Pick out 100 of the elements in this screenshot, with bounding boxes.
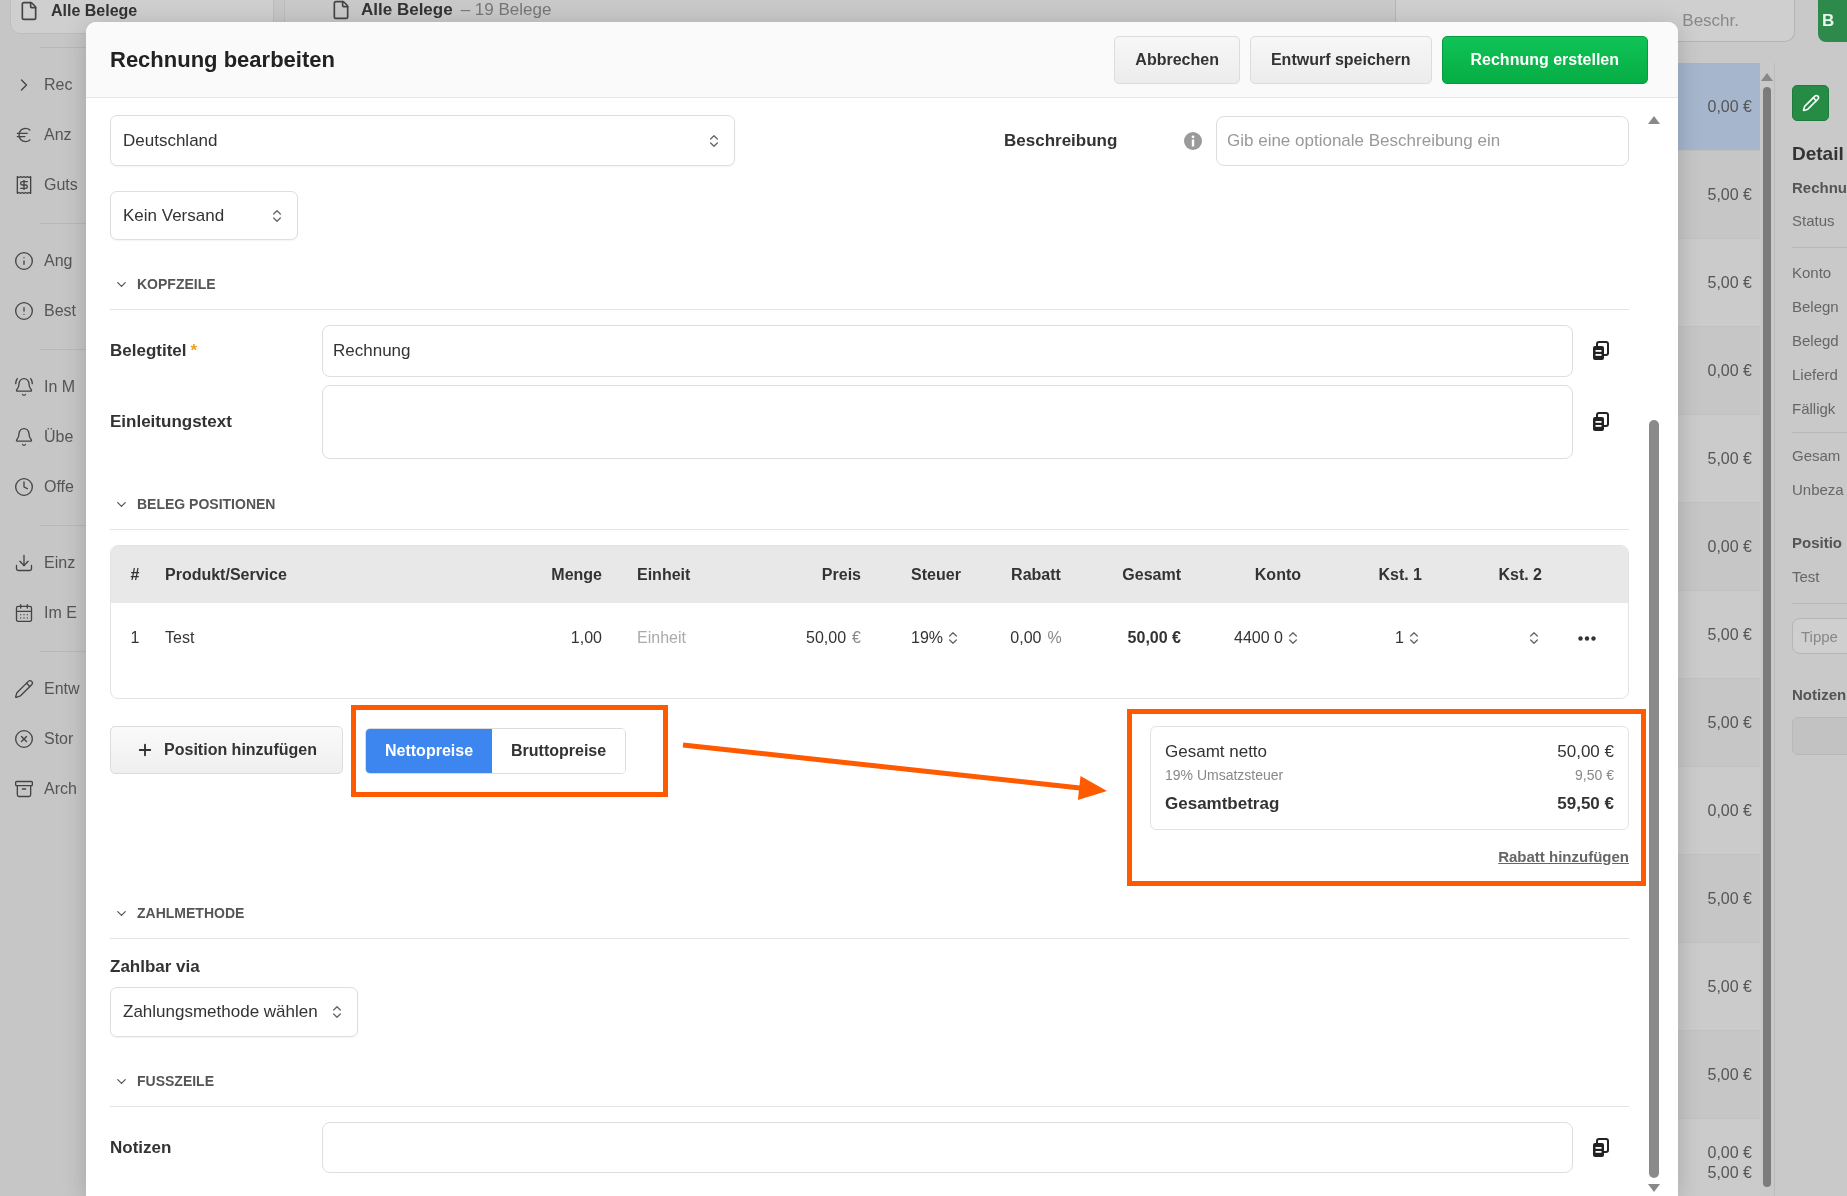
detail-label: Lieferd <box>1792 366 1838 383</box>
secondary-button[interactable]: Abbrechen <box>1114 35 1240 84</box>
sidebar-item[interactable]: Best <box>44 302 76 320</box>
copy-icon[interactable] <box>1592 341 1610 361</box>
account-select[interactable]: 4400 0 <box>1234 629 1301 647</box>
column-header: # <box>130 565 140 584</box>
receipt-icon[interactable] <box>14 175 34 195</box>
table-cell: 1 <box>130 629 140 647</box>
download-icon[interactable] <box>14 553 34 573</box>
sidebar-item[interactable]: Übe <box>44 428 74 446</box>
column-header: Menge <box>551 565 602 584</box>
sidebar-item[interactable]: Einz <box>44 554 76 572</box>
scroll-down-icon[interactable] <box>1647 1184 1660 1192</box>
more-icon <box>1578 635 1596 641</box>
document-icon <box>19 1 39 21</box>
section-toggle[interactable]: FUSSZEILE <box>110 1071 214 1091</box>
info-icon[interactable] <box>1183 130 1203 151</box>
required-mark: * <box>190 341 198 361</box>
table-cell: Test <box>165 629 195 647</box>
column-header: Preis <box>821 565 861 584</box>
amount-text: 5,00 € <box>1707 184 1752 205</box>
amount-text: 5,00 € <box>1707 712 1752 733</box>
column-header: Gesamt <box>1122 565 1181 584</box>
discount-field[interactable]: 0,00 % <box>1010 629 1062 647</box>
column-header: Steuer <box>911 565 961 584</box>
sidebar-item[interactable]: Rec <box>44 76 73 94</box>
document-icon <box>331 0 351 20</box>
list-count: – 19 Belege <box>460 0 552 20</box>
price-field[interactable]: 50,00 € <box>806 629 861 647</box>
amount-text: 5,00 € <box>1707 624 1752 645</box>
detail-label: Status <box>1792 212 1835 229</box>
summary-value: 50,00 € <box>1557 742 1614 762</box>
sidebar-item-label: Alle Belege <box>51 1 138 21</box>
sidebar-item[interactable]: Ang <box>44 252 73 270</box>
column-header: Kst. 1 <box>1378 565 1422 584</box>
sidebar-item[interactable]: Arch <box>44 780 77 798</box>
column-header: Produkt/Service <box>165 565 287 584</box>
more-button[interactable] <box>1578 635 1596 641</box>
sidebar-item[interactable]: Entw <box>44 680 80 698</box>
list-title: Alle Belege <box>361 0 453 20</box>
scroll-up-icon[interactable] <box>1647 116 1660 124</box>
summary-label: Gesamtbetrag <box>1165 794 1280 814</box>
discount-link[interactable]: Rabatt hinzufügen <box>1498 848 1629 865</box>
notes-field[interactable] <box>322 1122 1573 1173</box>
table-cell: 1,00 <box>570 629 602 647</box>
section-toggle[interactable]: KOPFZEILE <box>110 274 216 294</box>
amount-text: 0,00 € <box>1707 800 1752 821</box>
field-label: Zahlbar via <box>110 957 201 977</box>
summary-label: 19% Umsatzsteuer <box>1165 767 1284 783</box>
sidebar-item[interactable]: Offe <box>44 478 74 496</box>
new-button[interactable]: B <box>1818 0 1847 42</box>
amount-text: 5,00 € <box>1707 1162 1752 1183</box>
detail-label: Belegd <box>1792 332 1839 349</box>
edit-button[interactable] <box>1792 85 1829 121</box>
sidebar-item[interactable]: Im E <box>44 604 77 622</box>
alert-icon[interactable] <box>14 301 34 321</box>
amount-text: 5,00 € <box>1707 976 1752 997</box>
column-header: Rabatt <box>1011 565 1061 584</box>
clock-icon[interactable] <box>14 477 34 497</box>
amount-text: 5,00 € <box>1707 448 1752 469</box>
amount-text: 5,00 € <box>1707 888 1752 909</box>
scrollbar-thumb[interactable] <box>1648 420 1659 1178</box>
country-select[interactable]: Deutschland <box>110 115 735 166</box>
bell-icon[interactable] <box>14 427 34 447</box>
detail-heading: Rechnu <box>1792 179 1847 196</box>
copy-icon[interactable] <box>1592 412 1610 432</box>
cost-center-select[interactable]: 1 <box>1395 629 1422 647</box>
section-toggle[interactable]: BELEG POSITIONEN <box>110 494 276 514</box>
info-icon[interactable] <box>14 251 34 271</box>
summary-value: 9,50 € <box>1575 767 1614 783</box>
add-position-button[interactable]: Position hinzufügen <box>110 726 343 774</box>
detail-label: Belegn <box>1792 298 1839 315</box>
pencil-icon[interactable] <box>14 679 34 699</box>
payment-method-select[interactable]: Zahlungsmethode wählen <box>110 987 358 1037</box>
amount-text: 0,00 € <box>1707 536 1752 557</box>
sidebar-item[interactable]: Guts <box>44 176 78 194</box>
column-header: Konto <box>1254 565 1301 584</box>
text-field[interactable]: Rechnung <box>322 325 1573 377</box>
column-header: Einheit <box>637 565 691 584</box>
copy-icon[interactable] <box>1592 1137 1610 1158</box>
detail-label: Unbeza <box>1792 481 1844 498</box>
calendar-icon[interactable] <box>14 603 34 623</box>
detail-label: Gesam <box>1792 447 1841 464</box>
sidebar-item[interactable]: Stor <box>44 730 74 748</box>
detail-label: Fälligk <box>1792 400 1836 417</box>
x-circle-icon[interactable] <box>14 729 34 749</box>
bell-ring-icon[interactable] <box>14 377 34 397</box>
description-field[interactable]: Gib eine optionale Beschreibung ein <box>1216 115 1629 166</box>
comment-field[interactable]: Tippe <box>1792 618 1847 654</box>
tax-select[interactable]: 19% <box>911 629 961 647</box>
sidebar-item[interactable]: In M <box>44 378 76 396</box>
price-mode-toggle[interactable]: Nettopreise <box>366 729 493 773</box>
scrollbar-thumb[interactable] <box>1763 87 1771 1187</box>
sidebar-item[interactable]: Anz <box>44 126 72 144</box>
amount-text: 0,00 € <box>1707 96 1752 117</box>
detail-label: Konto <box>1792 264 1832 281</box>
secondary-button[interactable]: Entwurf speichern <box>1249 35 1432 84</box>
section-toggle[interactable]: ZAHLMETHODE <box>110 903 245 923</box>
archive-icon[interactable] <box>14 779 34 799</box>
shipping-select[interactable]: Kein Versand <box>110 191 298 240</box>
